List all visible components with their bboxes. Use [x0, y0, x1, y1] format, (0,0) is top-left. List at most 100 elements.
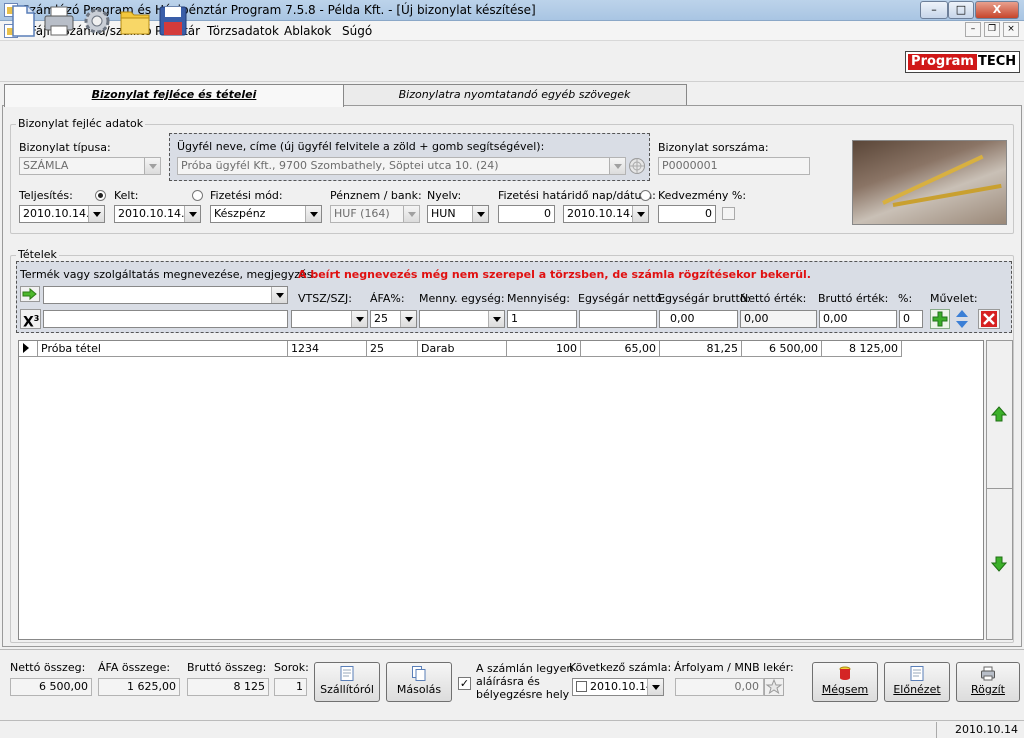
maximize-button[interactable]: □: [948, 1, 974, 19]
move-row-down-icon[interactable]: [991, 556, 1007, 572]
compass-photo: [852, 140, 1007, 225]
cell-afa[interactable]: 25: [367, 341, 418, 357]
menu-help[interactable]: Súgó: [342, 24, 372, 38]
items-grid[interactable]: [18, 340, 984, 640]
tab-header-items[interactable]: Bizonylat fejléce és tételei: [4, 84, 344, 107]
status-date: 2010.10.14: [936, 722, 1022, 738]
from-delivery-label: Szállítóról: [320, 683, 374, 696]
payment-select[interactable]: Készpénz: [210, 205, 322, 223]
select-product-icon[interactable]: [20, 286, 40, 302]
settings-gear-icon[interactable]: [80, 4, 114, 38]
discount-checkbox[interactable]: [722, 207, 735, 220]
cell-qty[interactable]: 100: [507, 341, 581, 357]
cell-unit[interactable]: Darab: [418, 341, 507, 357]
minimize-button[interactable]: –: [920, 1, 948, 19]
qty-field[interactable]: 1: [507, 310, 577, 328]
print-icon[interactable]: [42, 4, 76, 38]
product-select[interactable]: [43, 286, 288, 304]
vtsz-select[interactable]: [291, 310, 368, 328]
preview-label: Előnézet: [893, 683, 941, 696]
language-select[interactable]: HUN: [427, 205, 489, 223]
cell-name[interactable]: Próba tétel: [38, 341, 288, 357]
col-net-unit-label: Egységár nettó:: [578, 292, 666, 305]
customer-label: Ügyfél neve, címe (új ügyfél felvitele a…: [177, 140, 545, 153]
copy-button[interactable]: Másolás: [386, 662, 452, 702]
net-unit-field[interactable]: [579, 310, 657, 328]
close-button[interactable]: X: [975, 1, 1019, 19]
warning-text: A beírt negnevezés még nem szerepel a tö…: [298, 268, 811, 281]
customer-select[interactable]: Próba ügyfél Kft., 9700 Szombathely, Söp…: [177, 157, 626, 175]
col-vtsz-label: VTSZ/SZJ:: [298, 292, 352, 305]
window-title-bar: Számlázó Program és Házipénztár Program …: [0, 0, 1024, 21]
new-document-icon[interactable]: [6, 4, 40, 38]
mdi-minimize-button[interactable]: –: [965, 22, 981, 37]
customer-web-icon[interactable]: [628, 157, 646, 175]
menu-windows[interactable]: Ablakok: [284, 24, 331, 38]
cell-gross-value[interactable]: 8 125,00: [822, 341, 902, 357]
fulfilment-radio[interactable]: [95, 190, 106, 201]
pct-field[interactable]: 0: [899, 310, 923, 328]
menu-bar: Fájl Számla/szállító Pénztár Törzsadatok…: [0, 21, 1024, 41]
save-button[interactable]: Rögzít: [956, 662, 1020, 702]
cell-net-unit[interactable]: 65,00: [581, 341, 660, 357]
preview-button[interactable]: Előnézet: [884, 662, 950, 702]
toolbar: [0, 42, 1024, 82]
fulfilment-date[interactable]: 2010.10.14.: [19, 205, 105, 223]
product-label: Termék vagy szolgáltatás megnevezése, me…: [20, 268, 317, 281]
serial-field[interactable]: P0000001: [658, 157, 810, 175]
menu-master-data[interactable]: Törzsadatok: [207, 24, 279, 38]
from-delivery-button[interactable]: Szállítóról: [314, 662, 380, 702]
col-gross-value-label: Bruttó érték:: [818, 292, 889, 305]
exchange-rate-field[interactable]: 0,00: [675, 678, 764, 696]
issue-date[interactable]: 2010.10.14.: [114, 205, 201, 223]
language-label: Nyelv:: [427, 189, 462, 202]
row-indicator[interactable]: [19, 341, 38, 357]
mdi-restore-button[interactable]: ❐: [984, 22, 1000, 37]
gross-value-field[interactable]: 0,00: [819, 310, 897, 328]
col-net-value-label: Nettó érték:: [740, 292, 807, 305]
add-item-plus-icon[interactable]: [930, 309, 950, 329]
printer-icon: [981, 666, 995, 681]
vat-total-field: 1 625,00: [98, 678, 180, 696]
save-disk-icon[interactable]: [156, 4, 190, 38]
unit-select[interactable]: [419, 310, 505, 328]
mdi-close-button[interactable]: ×: [1003, 22, 1019, 37]
next-invoice-date[interactable]: 2010.10.14.: [572, 678, 664, 696]
discount-label: Kedvezmény %:: [658, 189, 747, 202]
move-row-up-icon[interactable]: [991, 406, 1007, 422]
type-select[interactable]: SZÁMLA: [19, 157, 161, 175]
cell-vtsz[interactable]: 1234: [288, 341, 367, 357]
afa-select[interactable]: 25: [370, 310, 417, 328]
deadline-days-field[interactable]: 0: [498, 205, 555, 223]
col-pct-label: %:: [898, 292, 913, 305]
superscript-button[interactable]: X3: [20, 309, 41, 331]
rows-count-field: 1: [274, 678, 307, 696]
net-value-field: 0,00: [740, 310, 817, 328]
discount-field[interactable]: 0: [658, 205, 716, 223]
open-folder-icon[interactable]: [118, 4, 152, 38]
signature-space-checkbox[interactable]: ✓: [458, 677, 471, 690]
issue-radio[interactable]: [192, 190, 203, 201]
gross-unit-field[interactable]: 0,00: [659, 310, 738, 328]
delete-item-icon[interactable]: [978, 309, 1000, 329]
deadline-label: Fizetési határidő nap/dátum:: [498, 189, 656, 202]
currency-select[interactable]: HUF (164): [330, 205, 420, 223]
next-invoice-label: Következő számla:: [569, 661, 672, 674]
col-qty-label: Mennyiség:: [507, 292, 570, 305]
move-updown-icon[interactable]: [954, 309, 970, 329]
deadline-radio[interactable]: [640, 190, 651, 201]
cancel-button[interactable]: Mégsem: [812, 662, 878, 702]
cell-gross-unit[interactable]: 81,25: [660, 341, 742, 357]
net-total-label: Nettó összeg:: [10, 661, 86, 674]
tab-other-texts[interactable]: Bizonylatra nyomtatandó egyéb szövegek: [342, 84, 687, 105]
issue-label: Kelt:: [114, 189, 139, 202]
items-group-title: Tételek: [16, 248, 59, 261]
deadline-date[interactable]: 2010.10.14.: [563, 205, 649, 223]
fetch-rate-star-icon[interactable]: [764, 678, 784, 696]
programtech-logo: Program TECH: [905, 51, 1020, 73]
product-note-field[interactable]: [43, 310, 288, 328]
rows-count-label: Sorok:: [274, 661, 309, 674]
cell-net-value[interactable]: 6 500,00: [742, 341, 822, 357]
payment-label: Fizetési mód:: [210, 189, 283, 202]
vat-total-label: ÁFA összege:: [98, 661, 171, 674]
